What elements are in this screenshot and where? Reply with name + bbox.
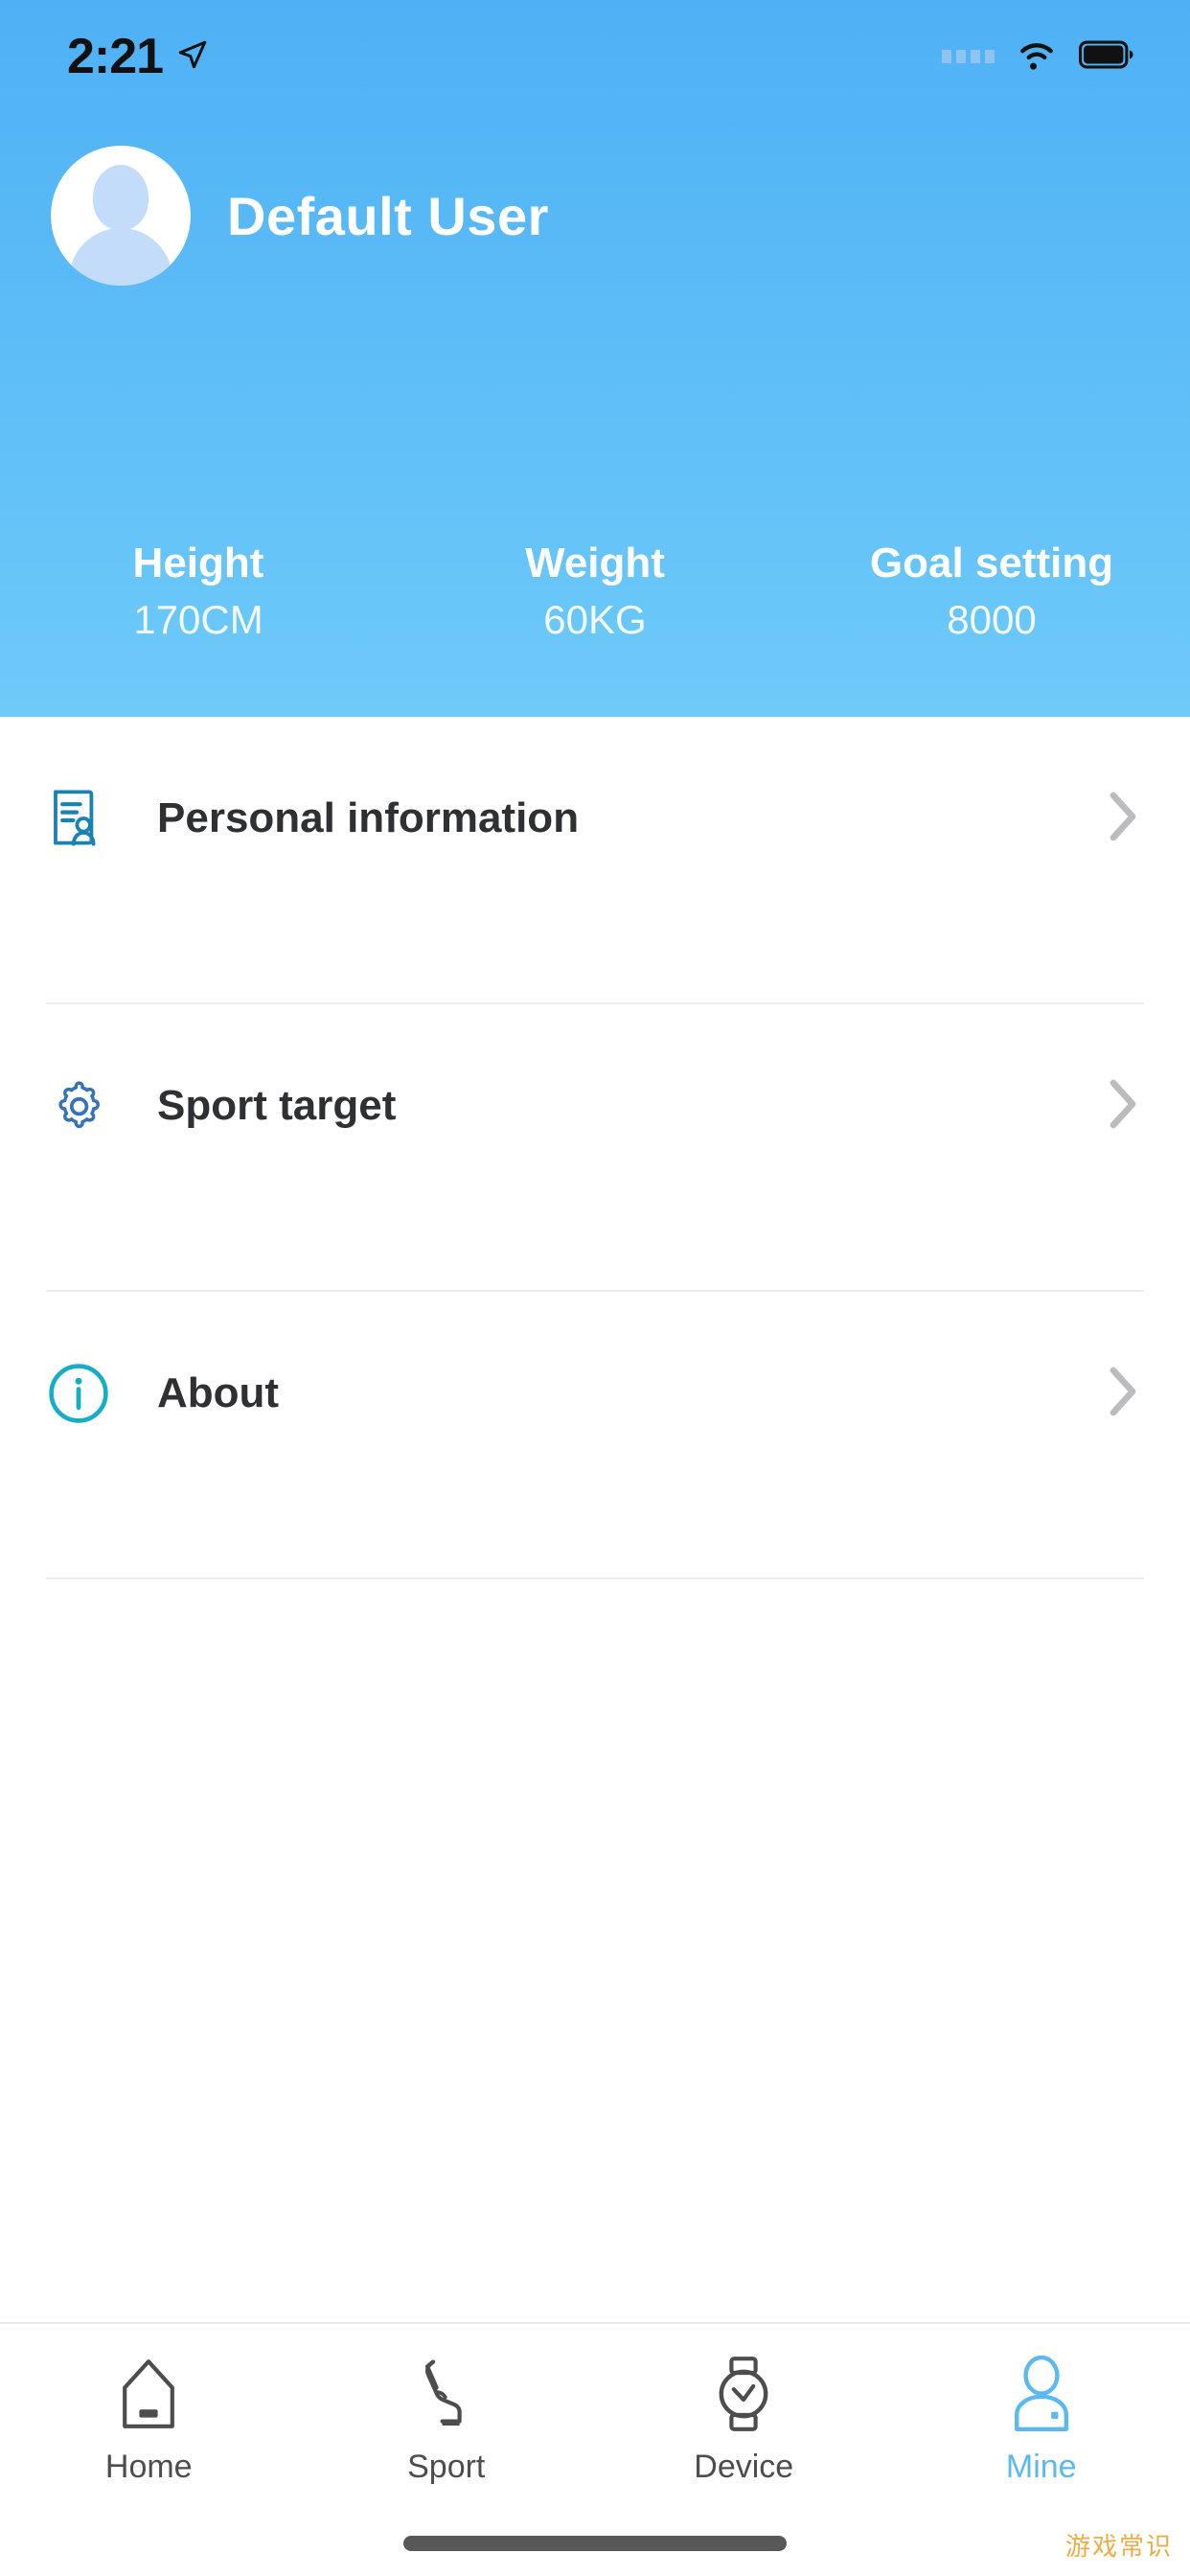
avatar[interactable] xyxy=(51,146,191,286)
menu-item-label: About xyxy=(157,1369,280,1416)
tab-label: Mine xyxy=(1005,2449,1077,2485)
menu-list: Personal information Sport target About xyxy=(0,717,1190,1579)
stat-weight[interactable]: Weight 60KG xyxy=(397,537,793,648)
app-screen: Default User Height 170CM Weight 60KG Go… xyxy=(0,0,1190,2576)
status-bar-right xyxy=(942,38,1134,76)
signal-dots-icon xyxy=(942,50,995,63)
avatar-head-shape xyxy=(93,165,149,230)
stat-height[interactable]: Height 170CM xyxy=(0,537,397,648)
stat-value: 170CM xyxy=(133,597,263,642)
status-bar: 2:21 xyxy=(0,0,1190,113)
menu-item-about[interactable]: About xyxy=(0,1292,1190,1579)
bottom-tab-bar: Home Sport Device Mine 游戏常识 xyxy=(0,2322,1190,2576)
stat-value: 8000 xyxy=(947,597,1037,642)
tab-mine[interactable]: Mine xyxy=(893,2353,1190,2483)
person-icon xyxy=(1008,2353,1075,2435)
stat-goal-setting[interactable]: Goal setting 8000 xyxy=(793,537,1190,648)
tab-label: Sport xyxy=(407,2449,486,2485)
menu-item-label: Personal information xyxy=(157,794,580,841)
stat-label: Weight xyxy=(525,540,665,586)
location-arrow-icon xyxy=(176,38,209,76)
stats-row: Height 170CM Weight 60KG Goal setting 80… xyxy=(0,537,1190,648)
status-time: 2:21 xyxy=(67,29,164,84)
stat-value: 60KG xyxy=(543,597,647,642)
menu-item-label: Sport target xyxy=(157,1082,397,1129)
info-circle-icon xyxy=(44,1359,113,1428)
profile-row[interactable]: Default User xyxy=(51,146,549,286)
status-bar-left: 2:21 xyxy=(67,32,209,81)
menu-item-personal-information[interactable]: Personal information xyxy=(0,717,1190,1004)
tab-device[interactable]: Device xyxy=(595,2353,893,2483)
watch-icon xyxy=(708,2353,779,2435)
divider xyxy=(46,1577,1144,1579)
chevron-right-icon[interactable] xyxy=(1108,790,1138,848)
home-indicator[interactable] xyxy=(403,2536,787,2551)
tab-home[interactable]: Home xyxy=(0,2353,298,2483)
username: Default User xyxy=(227,185,549,246)
tab-sport[interactable]: Sport xyxy=(298,2353,596,2483)
avatar-body-shape xyxy=(69,228,172,286)
tab-label: Home xyxy=(104,2449,193,2485)
gear-icon xyxy=(44,1071,113,1140)
battery-full-icon xyxy=(1079,40,1134,74)
personal-info-icon xyxy=(44,784,113,853)
watermark: 游戏常识 xyxy=(1064,2532,1173,2561)
stat-label: Height xyxy=(132,540,264,586)
shoe-icon xyxy=(410,2353,483,2435)
menu-item-sport-target[interactable]: Sport target xyxy=(0,1004,1190,1292)
chevron-right-icon[interactable] xyxy=(1108,1077,1138,1136)
tab-label: Device xyxy=(694,2449,794,2485)
home-icon xyxy=(114,2353,183,2435)
chevron-right-icon[interactable] xyxy=(1108,1365,1138,1423)
stat-label: Goal setting xyxy=(869,540,1114,586)
wifi-icon xyxy=(1016,38,1058,76)
